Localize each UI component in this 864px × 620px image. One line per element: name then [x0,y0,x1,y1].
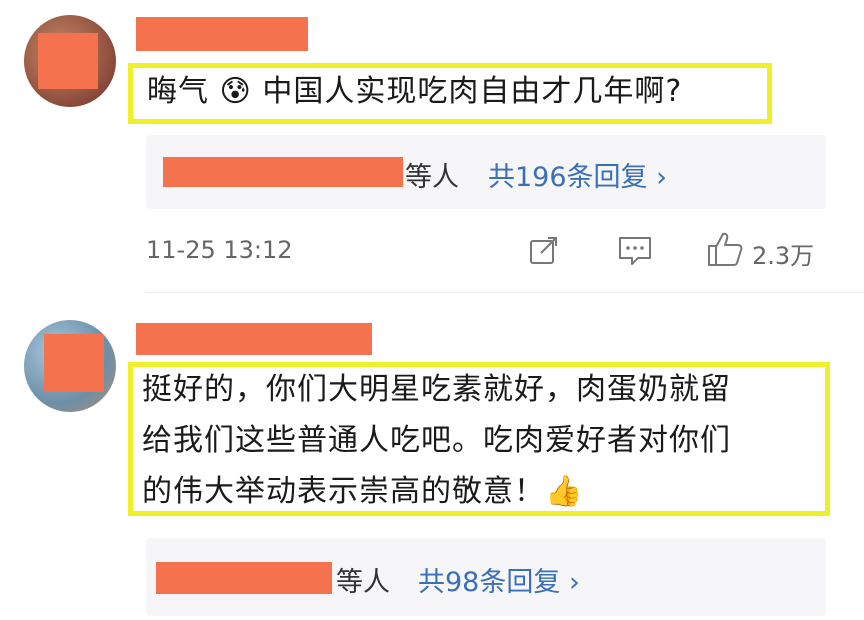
comment-text-line-2: 给我们这些普通人吃吧。吃肉爱好者对你们 [142,423,731,458]
reply-suffix: 等人 [336,567,390,598]
comment-text-line-1: 挺好的，你们大明星吃素就好，肉蛋奶就留 [142,372,731,407]
share-icon[interactable] [528,234,560,266]
reply-username-redaction [163,157,403,187]
avatar-redaction [44,334,104,392]
reply-username-redaction [156,562,332,594]
reply-count-link[interactable]: 共196条回复 › [488,155,667,194]
avatar-redaction [38,33,98,89]
avatar[interactable] [24,320,116,412]
reply-count-link[interactable]: 共98条回复 › [418,560,580,599]
comment-icon[interactable] [618,236,652,266]
reply-suffix: 等人 [405,162,459,193]
username-redaction[interactable] [136,323,372,355]
like-count: 2.3万 [752,242,815,270]
comment-divider [146,292,864,293]
username-redaction[interactable] [136,17,308,51]
comment-text-line-3: 的伟大举动表示崇高的敬意！👍 [142,474,584,509]
timestamp: 11-25 13:12 [146,236,293,264]
comment-text: 晦气 😰 中国人实现吃肉自由才几年啊? [147,74,683,109]
thumbs-up-icon[interactable] [706,230,744,268]
avatar[interactable] [24,15,116,107]
